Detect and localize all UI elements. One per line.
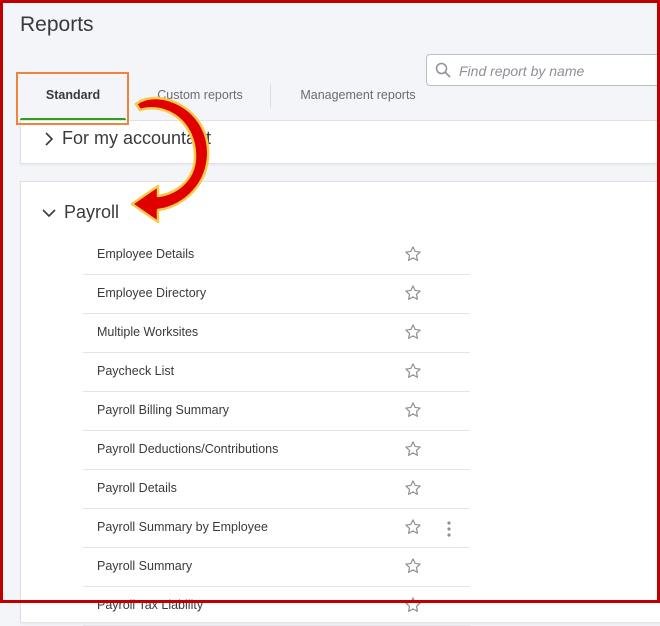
- star-icon[interactable]: [404, 284, 422, 305]
- report-name: Paycheck List: [97, 364, 175, 378]
- report-row[interactable]: Paycheck List: [83, 353, 470, 392]
- section-header-payroll[interactable]: Payroll: [42, 202, 119, 223]
- tab-label: Management reports: [300, 88, 416, 102]
- section-title: For my accountant: [62, 128, 212, 148]
- star-icon[interactable]: [404, 440, 422, 461]
- report-name: Payroll Billing Summary: [97, 403, 229, 417]
- star-icon[interactable]: [404, 323, 422, 344]
- report-tabs: Standard Custom reports Management repor…: [20, 70, 660, 123]
- tab-standard[interactable]: Standard: [20, 70, 126, 122]
- tab-label: Standard: [45, 88, 101, 102]
- report-name: Payroll Deductions/Contributions: [97, 442, 279, 456]
- report-row[interactable]: Payroll Billing Summary: [83, 392, 470, 431]
- star-icon[interactable]: [404, 479, 422, 500]
- tab-custom-reports[interactable]: Custom reports: [142, 70, 258, 122]
- report-row[interactable]: Employee Details: [83, 236, 470, 275]
- report-name: Employee Details: [97, 247, 195, 261]
- chevron-down-icon: [42, 208, 56, 217]
- star-icon[interactable]: [404, 401, 422, 422]
- star-icon[interactable]: [404, 245, 422, 266]
- section-header-accountant[interactable]: For my accountant: [44, 128, 211, 149]
- tab-divider: [270, 84, 271, 108]
- more-options-icon[interactable]: [447, 521, 451, 540]
- star-icon[interactable]: [404, 557, 422, 578]
- page-title: Reports: [20, 13, 94, 36]
- star-icon[interactable]: [404, 362, 422, 383]
- report-name: Payroll Summary: [97, 559, 193, 573]
- tab-divider: [128, 84, 129, 108]
- payroll-report-list: Employee Details Employee Directory Multip…: [83, 236, 470, 626]
- report-row[interactable]: Employee Directory: [83, 275, 470, 314]
- report-row[interactable]: Payroll Summary by Employee: [83, 509, 470, 548]
- star-icon[interactable]: [404, 596, 422, 617]
- report-name: Payroll Details: [97, 481, 177, 495]
- report-row[interactable]: Multiple Worksites: [83, 314, 470, 353]
- report-row[interactable]: Payroll Tax Liability: [83, 587, 470, 626]
- report-name: Payroll Summary by Employee: [97, 520, 268, 534]
- report-row[interactable]: Payroll Details: [83, 470, 470, 509]
- tab-label: Custom reports: [157, 88, 243, 102]
- star-icon[interactable]: [404, 518, 422, 539]
- report-row[interactable]: Payroll Summary: [83, 548, 470, 587]
- report-name: Payroll Tax Liability: [97, 598, 204, 612]
- report-row[interactable]: Payroll Deductions/Contributions: [83, 431, 470, 470]
- chevron-right-icon: [45, 131, 54, 146]
- tab-management-reports[interactable]: Management reports: [286, 70, 430, 122]
- section-title: Payroll: [64, 202, 120, 222]
- report-name: Multiple Worksites: [97, 325, 199, 339]
- report-name: Employee Directory: [97, 286, 207, 300]
